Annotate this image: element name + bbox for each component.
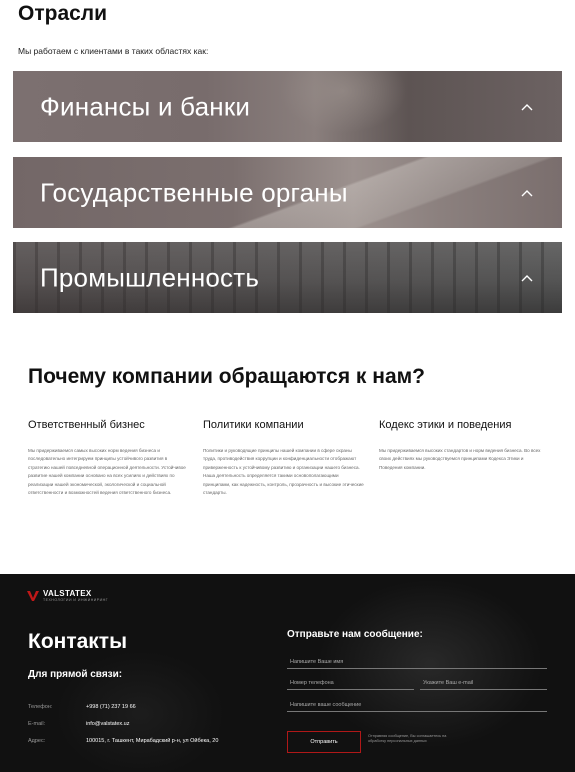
industry-finance[interactable]: Финансы и банки: [13, 71, 562, 142]
send-button[interactable]: Отправить: [287, 731, 361, 753]
chevron-up-icon[interactable]: [520, 273, 534, 283]
column-heading: Политики компании: [203, 419, 304, 431]
why-column-responsible-business: Ответственный бизнес Мы придерживаемся с…: [28, 419, 190, 497]
industries-intro: Мы работаем с клиентами в таких областях…: [18, 46, 209, 56]
industry-label: Государственные органы: [40, 177, 348, 207]
phone-label: Телефон:: [28, 704, 53, 710]
phone-input[interactable]: [287, 676, 414, 690]
industry-label: Финансы и банки: [40, 91, 251, 121]
industry-government[interactable]: Государственные органы: [13, 157, 562, 228]
direct-contact-title: Для прямой связи:: [28, 669, 123, 680]
email-label: E-mail:: [28, 721, 46, 727]
email-value[interactable]: info@valstatex.uz: [86, 721, 130, 727]
contacts-title: Контакты: [28, 630, 128, 653]
why-column-company-policies: Политики компании Политики и руководящие…: [203, 419, 365, 497]
valstatex-logo-icon: [27, 591, 39, 601]
column-text: Мы придерживаемся высоких стандартов и н…: [379, 448, 541, 470]
chevron-up-icon[interactable]: [520, 188, 534, 198]
column-text: Политики и руководящие принципы нашей ко…: [203, 448, 364, 496]
column-heading: Ответственный бизнес: [28, 419, 145, 431]
address-label: Адрес:: [28, 738, 46, 744]
email-input[interactable]: [420, 676, 547, 690]
why-title: Почему компании обращаются к нам?: [28, 365, 426, 388]
logo-subtitle: ТЕХНОЛОГИИ И ИНЖИНИРИНГ: [43, 598, 109, 602]
why-column-code-of-ethics: Кодекс этики и поведения Мы придерживаем…: [379, 419, 541, 472]
industry-label: Промышленность: [40, 262, 260, 292]
column-heading: Кодекс этики и поведения: [379, 419, 512, 431]
footer: VALSTATEX ТЕХНОЛОГИИ И ИНЖИНИРИНГ Контак…: [0, 574, 575, 772]
industry-industrial[interactable]: Промышленность: [13, 242, 562, 313]
message-input[interactable]: [287, 698, 547, 712]
logo[interactable]: VALSTATEX ТЕХНОЛОГИИ И ИНЖИНИРИНГ: [27, 590, 108, 603]
industries-title: Отрасли: [18, 2, 108, 25]
phone-value[interactable]: +998 (71) 237 19 66: [86, 704, 136, 710]
form-title: Отправьте нам сообщение:: [287, 629, 423, 640]
logo-text: VALSTATEX: [43, 589, 92, 598]
name-input[interactable]: [287, 655, 547, 669]
consent-text: Отправляя сообщение, Вы соглашаетесь на …: [368, 734, 447, 743]
column-text: Мы придерживаемся самых высоких норм вед…: [28, 448, 186, 496]
chevron-up-icon[interactable]: [520, 102, 534, 112]
address-value: 100015, г. Ташкент, Мирабадский р-н, ул …: [86, 738, 219, 744]
